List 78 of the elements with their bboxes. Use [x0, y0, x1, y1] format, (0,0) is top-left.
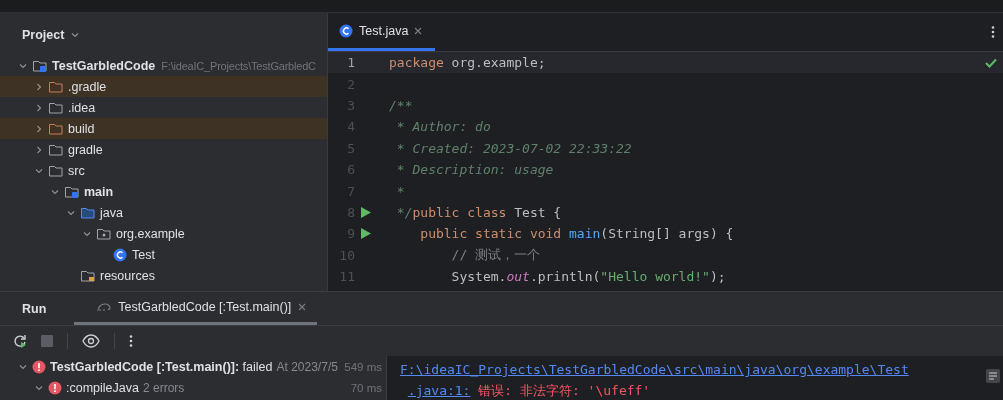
eye-icon [82, 334, 100, 348]
file-link[interactable]: F:\ideaIC_Projects\TestGarbledCode\src\main\java\org\example\Test [400, 362, 909, 377]
code-line: public static void main(String[] args) { [419, 226, 734, 242]
tree-item[interactable]: java [0, 202, 327, 223]
checkmark-icon [985, 57, 997, 68]
item-label: .gradle [68, 79, 107, 94]
file-link[interactable]: .java:1: [407, 383, 471, 398]
code-line: package org.example; [389, 55, 546, 71]
duration: 549 ms [344, 360, 382, 373]
rerun-icon [13, 334, 27, 348]
class-icon [338, 22, 354, 39]
code-line: * Author: do [395, 119, 491, 135]
code-line: * Created: 2023-07-02 22:33:22 [395, 140, 632, 156]
soft-wrap-icon [986, 369, 1000, 383]
run-task-label: TestGarbledCode [:Test.main()]: failed [50, 359, 273, 374]
chevron-down-icon [70, 30, 81, 40]
code-line: /** [389, 97, 413, 113]
folder-icon [80, 205, 96, 220]
chevron-right-icon [34, 81, 44, 92]
line-number: 1 [346, 55, 355, 71]
tree-item[interactable]: .gradle [0, 76, 327, 97]
item-label: java [100, 205, 123, 220]
run-tree-item[interactable]: TestGarbledCode [:Test.main()]: failed At 2023/7/5 549 ms [0, 356, 386, 377]
tree-item[interactable]: resources [0, 265, 327, 286]
module-folder-icon [32, 58, 48, 73]
close-icon [413, 25, 424, 36]
tree-item[interactable]: gradle [0, 139, 327, 160]
chevron-right-icon [34, 123, 44, 134]
chevron-right-icon [34, 102, 44, 113]
tree-item[interactable]: Test [0, 244, 327, 265]
folder-icon [48, 142, 64, 157]
close-icon [297, 302, 308, 312]
folder-icon [48, 121, 64, 136]
panel-title: Run [22, 301, 47, 316]
item-label: Test [132, 247, 155, 262]
run-tab[interactable]: TestGarbledCode [:Test.main()] [74, 292, 318, 325]
error-icon [48, 380, 62, 395]
item-label: main [84, 184, 114, 199]
item-label: build [68, 121, 95, 136]
run-icon[interactable] [361, 228, 371, 240]
run-icon[interactable] [361, 206, 371, 218]
code-line: */public class Test { [395, 204, 562, 220]
code-line: * Description: usage [395, 162, 554, 178]
error-message: 错误: 非法字符: '\ufeff' [478, 381, 651, 400]
run-detail: 2 errors [142, 380, 185, 395]
code-line: System.out.println("Hello world!"); [450, 269, 726, 285]
item-label: src [68, 163, 85, 178]
item-label: gradle [68, 142, 103, 157]
tree-item[interactable]: org.example [0, 223, 327, 244]
project-path: F:\ideaIC_Projects\TestGarbledC [161, 59, 316, 72]
package-folder-icon [96, 226, 112, 241]
panel-title[interactable]: Project [22, 28, 65, 42]
tree-item[interactable]: build [0, 118, 327, 139]
more-icon [129, 334, 133, 348]
folder-icon [48, 100, 64, 115]
item-label: TestGarbledCode [52, 58, 156, 73]
run-detail: At 2023/7/5 [276, 359, 338, 374]
item-label: .idea [68, 100, 96, 115]
chevron-right-icon [34, 144, 44, 155]
stop-icon [41, 335, 53, 347]
item-label: org.example [116, 226, 185, 241]
item-label: resources [100, 268, 155, 283]
run-tree-item[interactable]: :compileJava 2 errors 70 ms [0, 377, 386, 398]
module-folder-icon [64, 184, 80, 199]
duration: 70 ms [350, 381, 382, 394]
tree-item[interactable]: main [0, 181, 327, 202]
gradle-icon [96, 301, 113, 313]
tree-item[interactable]: .idea [0, 97, 327, 118]
tree-item[interactable]: src [0, 160, 327, 181]
run-task-label: :compileJava [66, 380, 139, 395]
code-line: * [395, 183, 405, 199]
folder-icon [48, 163, 64, 178]
tree-item[interactable]: TestGarbledCode F:\ideaIC_Projects\TestGarbledC [0, 55, 327, 76]
folder-icon [48, 79, 64, 94]
more-icon [991, 25, 995, 39]
error-icon [32, 359, 46, 374]
class-icon [112, 246, 128, 263]
resources-folder-icon [80, 268, 96, 283]
